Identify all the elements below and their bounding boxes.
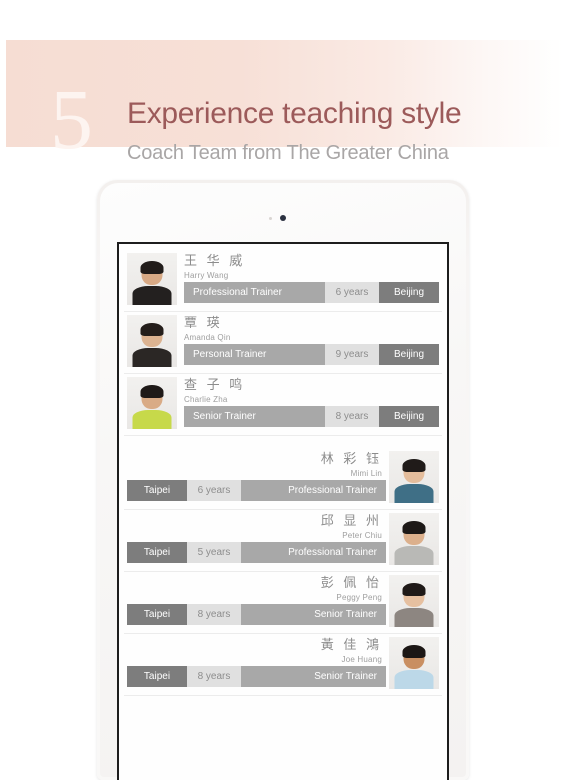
trainer-name-cn: 覃 瑛: [184, 315, 223, 330]
trainer-title-segment: Senior Trainer: [184, 406, 325, 427]
trainer-name-en: Peter Chiu: [342, 531, 382, 540]
trainer-city-segment: Beijing: [379, 344, 439, 365]
header-band: 5 Experience teaching style Coach Team f…: [6, 40, 563, 164]
page-title: Experience teaching style: [127, 97, 462, 130]
trainer-years-segment: 9 years: [325, 344, 379, 365]
trainer-row[interactable]: 查 子 鸣 Charlie Zha Senior Trainer 8 years Bei…: [124, 374, 442, 436]
trainer-row[interactable]: 邱 显 州 Peter Chiu Taipei 5 years Professional…: [124, 510, 442, 572]
trainer-years-segment: 6 years: [187, 480, 241, 501]
trainer-city-segment: Taipei: [127, 604, 187, 625]
trainer-names: 黃 佳 鴻 Joe Huang: [321, 636, 382, 665]
group-separator: [124, 436, 442, 448]
trainer-years-segment: 8 years: [187, 666, 241, 687]
trainer-title-segment: Professional Trainer: [241, 480, 386, 501]
trainer-row[interactable]: 王 华 威 Harry Wang Professional Trainer 6 yea…: [124, 250, 442, 312]
trainer-title-segment: Senior Trainer: [241, 666, 386, 687]
trainer-years-segment: 8 years: [187, 604, 241, 625]
trainer-name-en: Harry Wang: [184, 271, 229, 280]
section-number: 5: [50, 71, 93, 167]
trainer-city-segment: Beijing: [379, 282, 439, 303]
trainer-photo-joe-huang: [389, 637, 439, 689]
trainer-names: 彭 佩 怡 Peggy Peng: [321, 574, 382, 603]
trainer-name-cn: 王 华 威: [184, 253, 246, 268]
trainer-info-bar: Taipei 8 years Senior Trainer: [127, 666, 386, 687]
trainer-years-segment: 6 years: [325, 282, 379, 303]
page-subtitle: Coach Team from The Greater China: [127, 142, 449, 164]
trainer-name-cn: 查 子 鸣: [184, 377, 246, 392]
trainer-photo-mimi-lin: [389, 451, 439, 503]
trainer-info-bar: Taipei 6 years Professional Trainer: [127, 480, 386, 501]
trainer-info-bar: Senior Trainer 8 years Beijing: [127, 406, 439, 427]
trainer-info-bar: Professional Trainer 6 years Beijing: [127, 282, 439, 303]
ambient-sensor-icon: [269, 217, 272, 220]
trainer-row[interactable]: 林 彩 钰 Mimi Lin Taipei 6 years Professional T…: [124, 448, 442, 510]
tablet-device: 王 华 威 Harry Wang Professional Trainer 6 yea…: [97, 180, 469, 780]
trainer-names: 查 子 鸣 Charlie Zha: [184, 376, 245, 405]
trainer-names: 覃 瑛 Amanda Qin: [184, 314, 230, 343]
trainer-name-cn: 邱 显 州: [320, 513, 382, 528]
trainer-info-bar: Personal Trainer 9 years Beijing: [127, 344, 439, 365]
trainer-name-cn: 彭 佩 怡: [320, 575, 382, 590]
trainer-city-segment: Beijing: [379, 406, 439, 427]
roster-list: 王 华 威 Harry Wang Professional Trainer 6 yea…: [119, 244, 447, 780]
trainer-title-segment: Personal Trainer: [184, 344, 325, 365]
trainer-info-bar: Taipei 5 years Professional Trainer: [127, 542, 386, 563]
trainer-name-cn: 林 彩 钰: [320, 451, 382, 466]
trainer-city-segment: Taipei: [127, 542, 187, 563]
trainer-name-en: Charlie Zha: [184, 395, 228, 404]
trainer-names: 邱 显 州 Peter Chiu: [321, 512, 382, 541]
trainer-row[interactable]: 黃 佳 鴻 Joe Huang Taipei 8 years Senior Traine…: [124, 634, 442, 696]
front-camera-icon: [280, 215, 286, 221]
trainer-title-segment: Senior Trainer: [241, 604, 386, 625]
trainer-title-segment: Professional Trainer: [184, 282, 325, 303]
trainer-name-en: Peggy Peng: [336, 593, 382, 602]
trainer-info-bar: Taipei 8 years Senior Trainer: [127, 604, 386, 625]
trainer-city-segment: Taipei: [127, 666, 187, 687]
trainer-photo-peter-chiu: [389, 513, 439, 565]
trainer-years-segment: 5 years: [187, 542, 241, 563]
trainer-name-en: Joe Huang: [341, 655, 382, 664]
trainer-name-cn: 黃 佳 鴻: [320, 637, 382, 652]
trainer-city-segment: Taipei: [127, 480, 187, 501]
trainer-title-segment: Professional Trainer: [241, 542, 386, 563]
trainer-name-en: Amanda Qin: [184, 333, 231, 342]
trainer-row[interactable]: 覃 瑛 Amanda Qin Personal Trainer 9 years Beij…: [124, 312, 442, 374]
trainer-row[interactable]: 彭 佩 怡 Peggy Peng Taipei 8 years Senior Train…: [124, 572, 442, 634]
trainer-years-segment: 8 years: [325, 406, 379, 427]
tablet-screen: 王 华 威 Harry Wang Professional Trainer 6 yea…: [117, 242, 449, 780]
trainer-names: 王 华 威 Harry Wang: [184, 252, 245, 281]
trainer-photo-peggy-peng: [389, 575, 439, 627]
trainer-names: 林 彩 钰 Mimi Lin: [321, 450, 382, 479]
trainer-name-en: Mimi Lin: [350, 469, 382, 478]
